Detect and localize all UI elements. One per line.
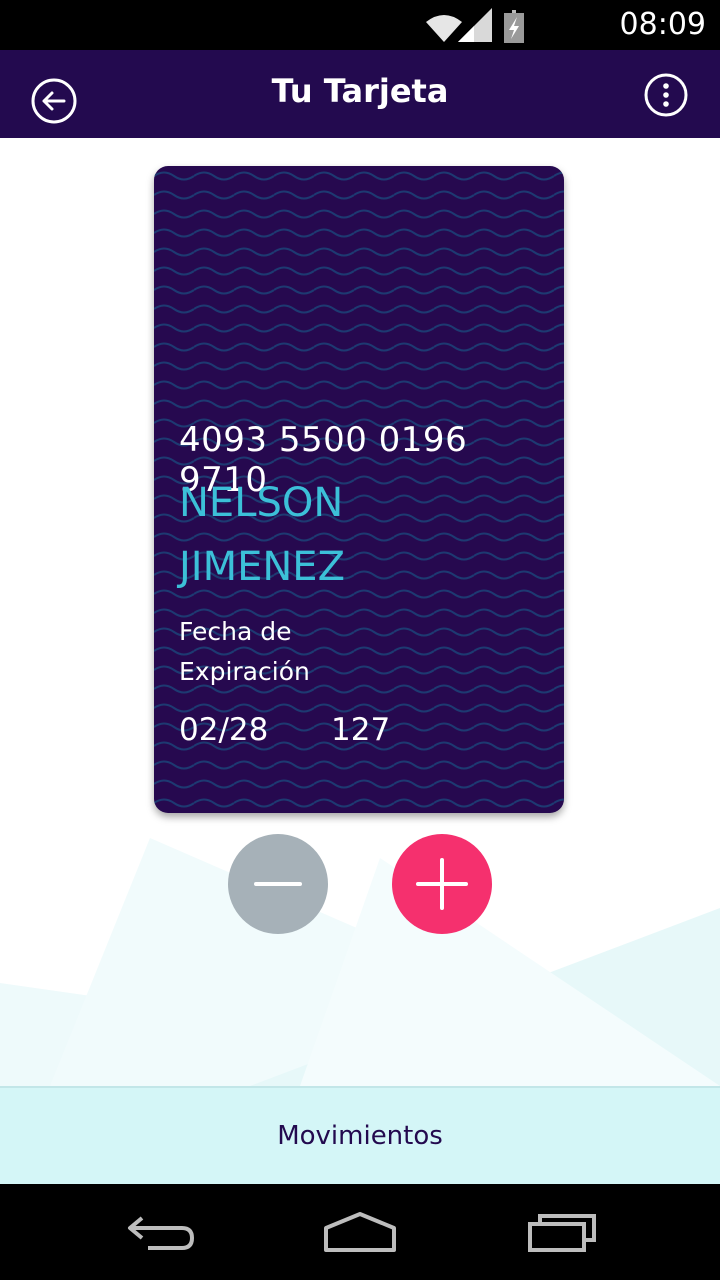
movements-tab-label: Movimientos — [277, 1121, 443, 1151]
battery-icon — [504, 10, 524, 43]
remove-card-button[interactable] — [228, 834, 328, 934]
plus-icon — [416, 858, 468, 910]
home-nav-icon[interactable] — [322, 1210, 398, 1254]
back-nav-icon[interactable] — [124, 1210, 196, 1254]
status-bar: 08:09 — [0, 0, 720, 50]
minus-icon — [254, 882, 302, 886]
expiry-label: Fecha de Expiración — [179, 612, 419, 692]
recents-nav-icon[interactable] — [526, 1210, 598, 1254]
expiry-label-line1: Fecha de — [179, 617, 292, 646]
status-icons — [426, 8, 524, 43]
page-title: Tu Tarjeta — [271, 72, 449, 110]
movements-tab[interactable]: Movimientos — [0, 1086, 720, 1184]
credit-card[interactable]: 4093 5500 0196 9710 NELSON JIMENEZ Fecha… — [154, 166, 564, 813]
card-cvv: 127 — [331, 712, 391, 748]
cardholder-last-name: JIMENEZ — [179, 544, 345, 590]
cardholder-first-name: NELSON — [179, 480, 344, 526]
more-options-button[interactable] — [642, 71, 690, 119]
status-time: 08:09 — [619, 7, 706, 42]
wifi-icon — [426, 15, 462, 42]
more-vertical-circle-icon — [644, 73, 688, 117]
add-card-button[interactable] — [392, 834, 492, 934]
signal-icon — [458, 8, 492, 42]
expiry-label-line2: Expiración — [179, 657, 310, 686]
expiry-date: 02/28 — [179, 712, 269, 748]
system-nav-bar — [0, 1184, 720, 1280]
main-content: 4093 5500 0196 9710 NELSON JIMENEZ Fecha… — [0, 138, 720, 1086]
app-bar: Tu Tarjeta — [0, 50, 720, 138]
